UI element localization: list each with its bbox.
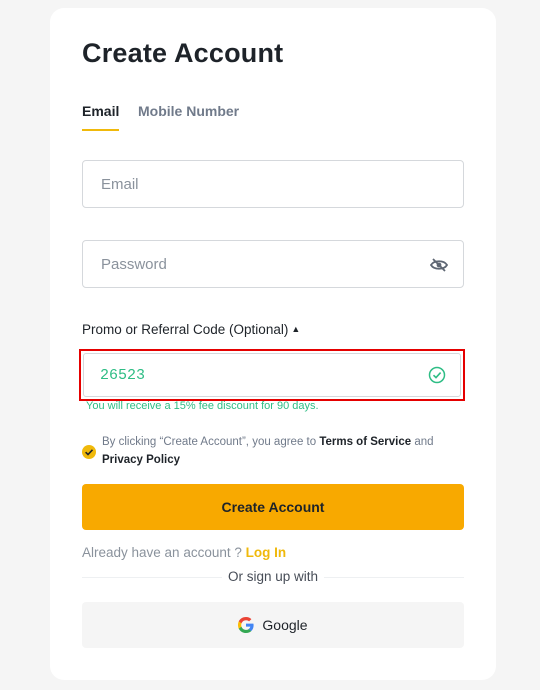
email-input[interactable] [83, 161, 463, 207]
tab-email[interactable]: Email [82, 103, 120, 131]
promo-code-highlight [79, 349, 465, 401]
privacy-policy-link[interactable]: Privacy Policy [102, 454, 180, 466]
or-sign-up-with: Or sign up with [50, 569, 496, 584]
terms-text: By clicking “Create Account”, you agree … [102, 433, 462, 469]
login-prompt: Already have an account ? Log In [82, 545, 286, 560]
terms-and: and [411, 436, 434, 448]
email-field-container [82, 160, 464, 208]
terms-agreement: By clicking “Create Account”, you agree … [82, 433, 462, 477]
google-label: Google [262, 617, 308, 633]
check-circle-icon [428, 366, 448, 386]
password-input[interactable] [83, 241, 463, 287]
tab-mobile-number[interactable]: Mobile Number [138, 103, 239, 119]
google-signup-button[interactable]: Google [82, 602, 464, 648]
or-sign-up-with-text: Or sign up with [221, 569, 325, 584]
promo-code-toggle[interactable]: Promo or Referral Code (Optional) ▲ [82, 322, 300, 337]
promo-code-input[interactable] [84, 354, 460, 396]
password-field-container [82, 240, 464, 288]
promo-code-hint: You will receive a 15% fee discount for … [86, 400, 319, 412]
google-icon [238, 617, 255, 633]
terms-checkbox[interactable] [82, 445, 96, 459]
caret-up-icon: ▲ [291, 324, 301, 334]
create-account-button[interactable]: Create Account [82, 484, 464, 530]
checkmark-icon [85, 449, 94, 456]
terms-of-service-link[interactable]: Terms of Service [319, 436, 411, 448]
login-link[interactable]: Log In [246, 545, 287, 560]
promo-code-label: Promo or Referral Code (Optional) [82, 322, 289, 337]
promo-code-field-container [83, 353, 461, 397]
page-title: Create Account [82, 38, 284, 68]
eye-off-icon[interactable] [429, 255, 449, 275]
signup-card: Create Account Email Mobile Number Promo… [50, 8, 496, 680]
login-prompt-text: Already have an account ? [82, 545, 246, 560]
terms-prefix: By clicking “Create Account”, you agree … [102, 436, 320, 448]
